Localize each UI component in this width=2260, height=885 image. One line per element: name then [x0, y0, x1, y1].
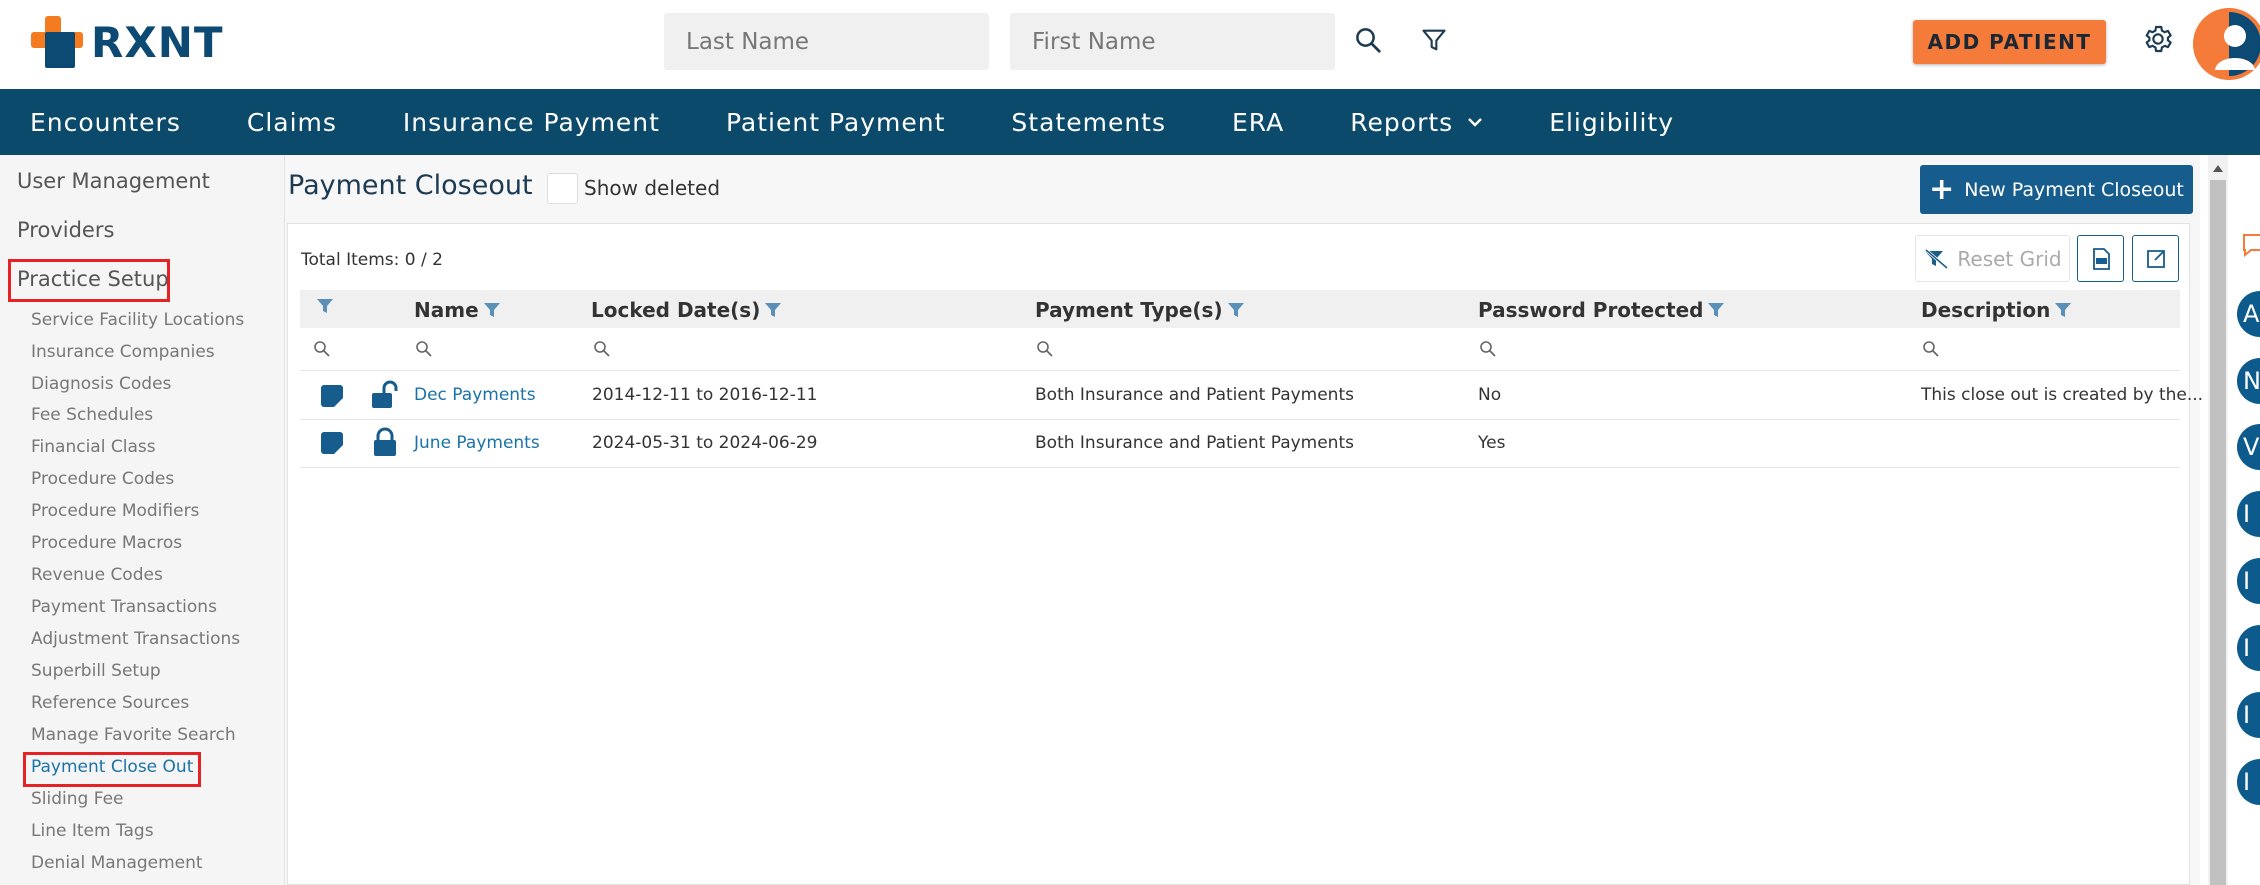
- filter-search-icon[interactable]: [1036, 340, 1054, 362]
- sidebar-sub-item[interactable]: Procedure Macros: [31, 533, 182, 553]
- sidebar-sub-item[interactable]: Service Facility Locations: [31, 310, 244, 330]
- column-filter-icon[interactable]: [483, 302, 501, 318]
- search-icon[interactable]: [1350, 22, 1386, 58]
- lock-icon[interactable]: [372, 427, 398, 461]
- pdf-export-button[interactable]: [2077, 235, 2124, 282]
- sidebar-sub-item[interactable]: Procedure Codes: [31, 469, 174, 489]
- sidebar-sub-item[interactable]: Denial Management: [31, 853, 203, 873]
- total-items-label: Total Items: 0 / 2: [301, 250, 443, 270]
- nav-claims[interactable]: Claims: [247, 108, 337, 137]
- description-cell: This close out is created by the...: [1921, 385, 2204, 405]
- chevron-down-icon: [1467, 116, 1483, 128]
- sidebar-item-practice-setup[interactable]: Practice Setup: [17, 267, 169, 291]
- password-protected-cell: No: [1478, 385, 1502, 405]
- sidebar-sub-item[interactable]: Diagnosis Codes: [31, 374, 171, 394]
- column-description-label: Description: [1921, 298, 2051, 322]
- payment-types-cell: Both Insurance and Patient Payments: [1035, 433, 1354, 453]
- filter-search-icon[interactable]: [1479, 340, 1497, 362]
- edit-icon[interactable]: [320, 431, 344, 459]
- locked-dates-cell: 2014-12-11 to 2016-12-11: [592, 385, 818, 405]
- filter-row: [300, 328, 2180, 371]
- nav-era[interactable]: ERA: [1232, 108, 1284, 137]
- show-deleted-label: Show deleted: [584, 176, 721, 200]
- chat-icon[interactable]: [2242, 232, 2260, 262]
- show-deleted-checkbox[interactable]: [547, 173, 578, 204]
- column-header-name[interactable]: Name: [414, 298, 501, 322]
- unlock-icon[interactable]: [370, 380, 400, 414]
- logo-mark-icon: [31, 16, 83, 68]
- export-button[interactable]: [2132, 235, 2179, 282]
- page-title: Payment Closeout: [288, 170, 533, 201]
- sidebar-sub-item[interactable]: Fee Schedules: [31, 405, 153, 425]
- reset-grid-button[interactable]: Reset Grid: [1915, 235, 2070, 282]
- column-payment-types-label: Payment Type(s): [1035, 298, 1223, 322]
- new-payment-closeout-button[interactable]: + New Payment Closeout: [1920, 165, 2193, 214]
- sidebar-sub-item[interactable]: Sliding Fee: [31, 789, 124, 809]
- user-avatar[interactable]: [2193, 8, 2260, 80]
- main-nav: Encounters Claims Insurance Payment Pati…: [0, 89, 2260, 155]
- plus-icon: +: [1929, 171, 1955, 207]
- closeout-name-link[interactable]: June Payments: [414, 433, 540, 453]
- nav-reports-label: Reports: [1350, 107, 1454, 137]
- sidebar-item-providers[interactable]: Providers: [17, 218, 114, 242]
- sidebar-sub-item[interactable]: Superbill Setup: [31, 661, 161, 681]
- sidebar-sub-item[interactable]: Insurance Companies: [31, 342, 215, 362]
- sidebar-sub-item[interactable]: Payment Transactions: [31, 597, 217, 617]
- sidebar-sub-item[interactable]: Procedure Modifiers: [31, 501, 199, 521]
- column-header-payment-types[interactable]: Payment Type(s): [1035, 298, 1245, 322]
- add-patient-button[interactable]: ADD PATIENT: [1913, 20, 2106, 64]
- filter-search-icon[interactable]: [313, 340, 331, 362]
- column-filter-icon[interactable]: [1227, 302, 1245, 318]
- nav-insurance-payment[interactable]: Insurance Payment: [403, 108, 660, 137]
- nav-eligibility[interactable]: Eligibility: [1549, 108, 1674, 137]
- reset-grid-label: Reset Grid: [1957, 246, 2062, 271]
- column-filter-icon[interactable]: [764, 302, 782, 318]
- column-locked-dates-label: Locked Date(s): [591, 298, 761, 322]
- scroll-up-arrow[interactable]: [2210, 160, 2226, 174]
- last-name-input[interactable]: [664, 13, 989, 70]
- filter-search-icon[interactable]: [593, 340, 611, 362]
- nav-statements[interactable]: Statements: [1011, 108, 1166, 137]
- scrollbar-thumb[interactable]: [2210, 180, 2226, 885]
- sidebar-sub-item[interactable]: Line Item Tags: [31, 821, 154, 841]
- sidebar-sub-item[interactable]: Manage Favorite Search: [31, 725, 236, 745]
- filter-clear-icon: [1925, 248, 1949, 269]
- nav-patient-payment[interactable]: Patient Payment: [726, 108, 945, 137]
- filter-search-icon[interactable]: [1922, 340, 1940, 362]
- closeout-name-link[interactable]: Dec Payments: [414, 385, 536, 405]
- column-header-locked-dates[interactable]: Locked Date(s): [591, 298, 782, 322]
- filter-search-icon[interactable]: [415, 340, 433, 362]
- column-filter-icon[interactable]: [2054, 302, 2072, 318]
- column-header-password-protected[interactable]: Password Protected: [1478, 298, 1725, 322]
- column-header-description[interactable]: Description: [1921, 298, 2072, 322]
- sidebar-sub-item[interactable]: Reference Sources: [31, 693, 189, 713]
- nav-encounters[interactable]: Encounters: [30, 108, 181, 137]
- edit-icon[interactable]: [320, 384, 344, 412]
- new-payment-closeout-label: New Payment Closeout: [1964, 178, 2184, 201]
- top-header: RXNT ADD PATIENT: [0, 0, 2260, 89]
- payment-types-cell: Both Insurance and Patient Payments: [1035, 385, 1354, 405]
- column-filter-icon[interactable]: [316, 298, 334, 314]
- password-protected-cell: Yes: [1478, 433, 1506, 453]
- pdf-icon: [2092, 247, 2110, 270]
- filter-icon[interactable]: [1416, 22, 1452, 58]
- sidebar-sub-item[interactable]: Adjustment Transactions: [31, 629, 240, 649]
- logo-text: RXNT: [91, 17, 224, 67]
- column-filter-icon[interactable]: [1707, 302, 1725, 318]
- locked-dates-cell: 2024-05-31 to 2024-06-29: [592, 433, 818, 453]
- sidebar-item-user-management[interactable]: User Management: [17, 169, 210, 193]
- gear-icon[interactable]: [2140, 21, 2176, 57]
- first-name-input[interactable]: [1010, 13, 1335, 70]
- column-name-label: Name: [414, 298, 479, 322]
- rxnt-logo[interactable]: RXNT: [31, 16, 224, 68]
- export-icon: [2146, 249, 2165, 268]
- nav-reports[interactable]: Reports: [1350, 108, 1483, 137]
- sidebar-sub-item[interactable]: Financial Class: [31, 437, 156, 457]
- sidebar-sub-item[interactable]: Revenue Codes: [31, 565, 163, 585]
- column-password-protected-label: Password Protected: [1478, 298, 1704, 322]
- sidebar-item-payment-close-out[interactable]: Payment Close Out: [31, 757, 193, 777]
